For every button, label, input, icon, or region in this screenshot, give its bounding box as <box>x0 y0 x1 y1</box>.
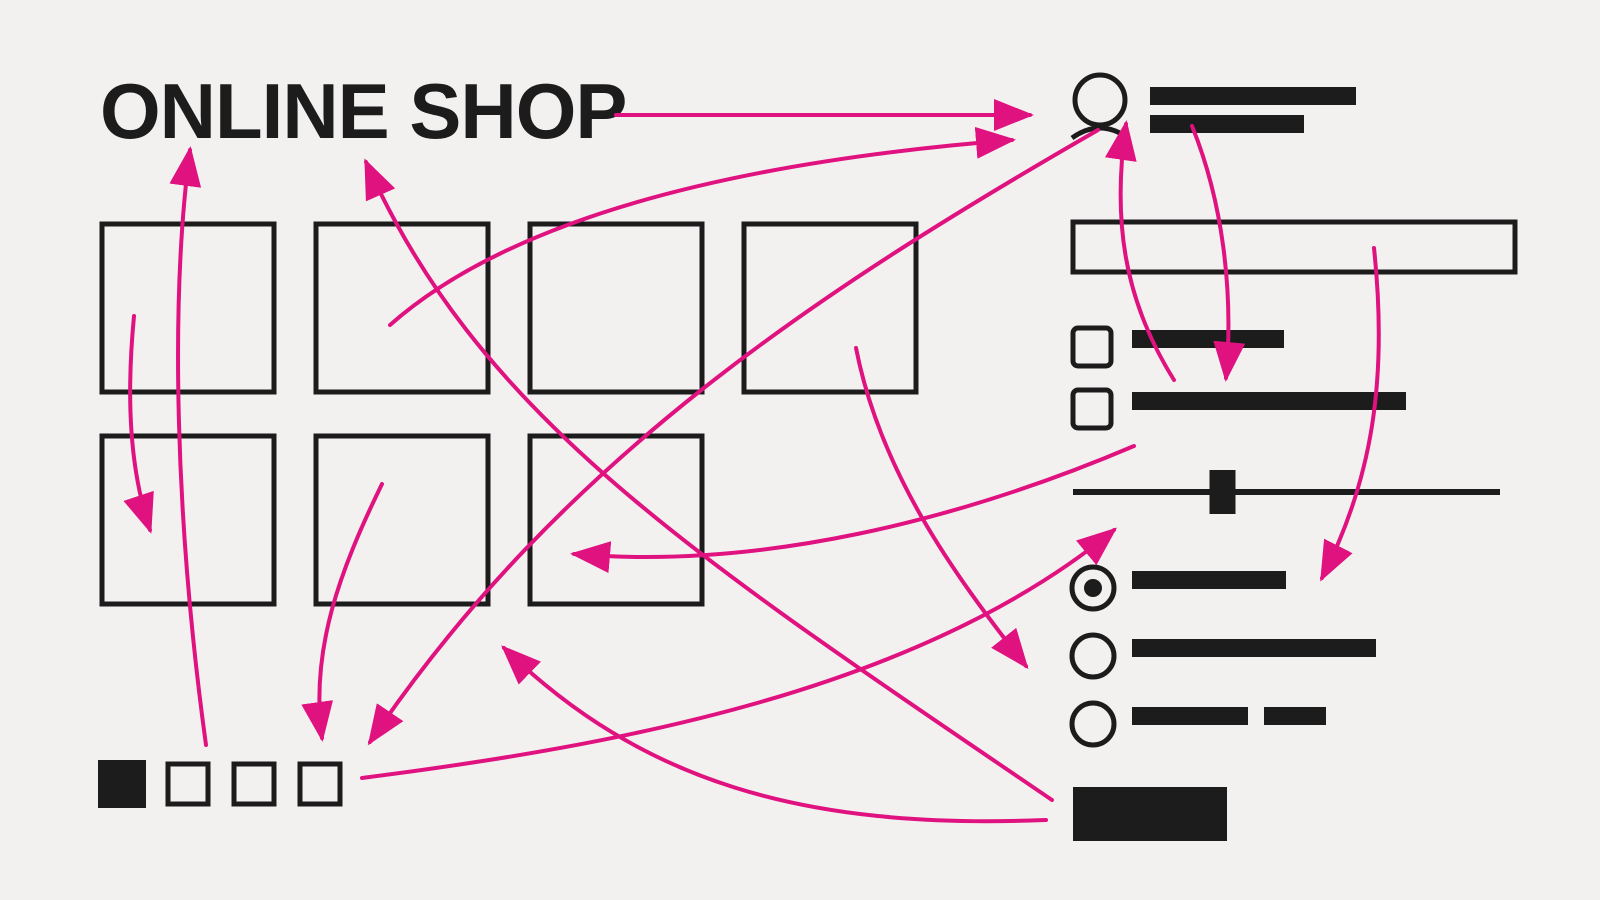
flow-arrow <box>364 158 1054 802</box>
radio-label-bar <box>1264 707 1326 725</box>
user-icon[interactable] <box>1070 72 1130 141</box>
flow-arrow <box>501 645 1048 824</box>
flow-arrow <box>854 346 1029 670</box>
radio-icon[interactable] <box>1069 564 1117 612</box>
page-button[interactable] <box>231 761 277 807</box>
checkbox-label-bar <box>1132 392 1406 410</box>
flow-arrow <box>301 482 384 742</box>
product-tile[interactable] <box>99 221 277 395</box>
radio-label-bar <box>1132 707 1248 725</box>
page-button[interactable] <box>165 761 211 807</box>
product-tile[interactable] <box>527 221 705 395</box>
radio-label-bar <box>1132 639 1376 657</box>
page-title: ONLINE SHOP <box>100 67 626 155</box>
product-tile[interactable] <box>741 221 919 395</box>
wireframe-stage: ONLINE SHOP <box>0 0 1600 900</box>
price-slider-thumb[interactable] <box>1209 470 1236 514</box>
checkbox-icon[interactable] <box>1070 325 1114 369</box>
checkbox-icon[interactable] <box>1070 387 1114 431</box>
shop-flow-diagram: ONLINE SHOP <box>98 67 1518 841</box>
radio-icon[interactable] <box>1069 700 1117 748</box>
page-button-active[interactable] <box>98 760 146 808</box>
product-tile[interactable] <box>313 221 491 395</box>
radio-label-bar <box>1132 571 1286 589</box>
flow-arrow <box>1320 246 1381 582</box>
search-input[interactable] <box>1070 219 1518 275</box>
account-name-bar <box>1150 87 1356 105</box>
pagination <box>98 760 343 808</box>
flow-arrow <box>360 527 1118 780</box>
radio-icon[interactable] <box>1069 632 1117 680</box>
flow-arrow <box>169 146 208 747</box>
flow-arrow <box>570 444 1136 574</box>
flow-arrow <box>123 314 154 534</box>
page-button[interactable] <box>297 761 343 807</box>
account-detail-bar <box>1150 115 1304 133</box>
submit-button[interactable] <box>1073 787 1227 841</box>
